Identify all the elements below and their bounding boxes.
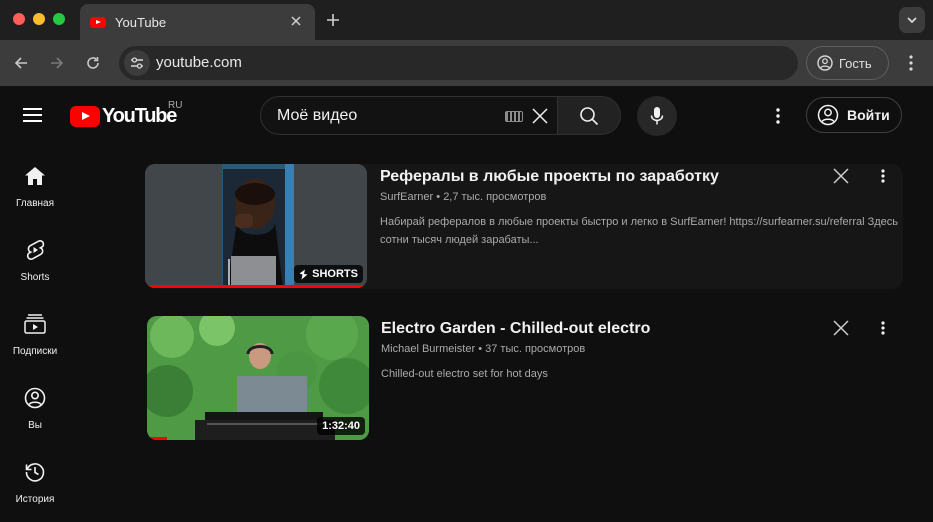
channel-name[interactable]: Michael Burmeister bbox=[381, 343, 475, 355]
tab-search-button[interactable] bbox=[899, 7, 925, 33]
person-icon bbox=[817, 55, 833, 71]
guide-item-subscriptions[interactable]: Подписки bbox=[0, 312, 70, 382]
video-title[interactable]: Electro Garden - Chilled-out electro bbox=[381, 318, 901, 340]
reload-icon bbox=[87, 57, 99, 69]
video-channel-line: SurfEarner • 2,7 тыс. просмотров bbox=[380, 189, 900, 205]
search-input[interactable]: Моё видео bbox=[260, 96, 558, 135]
badge-text: SHORTS bbox=[312, 268, 358, 280]
home-icon bbox=[23, 164, 47, 188]
watch-progress-bar bbox=[145, 285, 367, 288]
video-description: Набирай рефералов в любые проекты быстро… bbox=[380, 216, 899, 246]
logo-text: YouTube bbox=[102, 104, 177, 127]
close-window-button[interactable] bbox=[13, 13, 25, 25]
view-count: 2,7 тыс. просмотров bbox=[443, 191, 547, 203]
search-icon bbox=[580, 106, 599, 125]
guide-label: Shorts bbox=[20, 272, 50, 283]
shorts-badge: SHORTS bbox=[294, 265, 363, 283]
microphone-icon bbox=[650, 107, 664, 125]
guide-label: Подписки bbox=[12, 346, 58, 357]
history-icon bbox=[23, 460, 47, 484]
close-icon bbox=[291, 16, 301, 26]
address-bar[interactable]: youtube.com bbox=[119, 46, 798, 80]
browser-titlebar: YouTube bbox=[0, 0, 933, 40]
minimize-window-button[interactable] bbox=[33, 13, 45, 25]
tab-title: YouTube bbox=[115, 14, 167, 30]
duration-badge: 1:32:40 bbox=[317, 417, 365, 435]
guide-item-you[interactable]: Вы bbox=[0, 386, 70, 456]
settings-more-button[interactable] bbox=[768, 105, 788, 127]
guide-label: История bbox=[15, 494, 55, 505]
youtube-favicon-icon bbox=[90, 16, 106, 28]
shorts-icon bbox=[299, 269, 308, 279]
video-result[interactable]: SHORTS Рефералы в любые проекты по зараб… bbox=[145, 164, 903, 289]
channel-name[interactable]: SurfEarner bbox=[380, 191, 433, 203]
clear-search-button[interactable] bbox=[529, 105, 551, 127]
close-tab-button[interactable] bbox=[287, 12, 305, 30]
arrow-right-icon bbox=[51, 57, 64, 69]
menu-button[interactable] bbox=[23, 104, 47, 126]
plus-icon bbox=[327, 14, 339, 26]
subscriptions-icon bbox=[23, 312, 47, 336]
video-thumbnail[interactable]: 1:32:40 bbox=[147, 316, 369, 440]
dismiss-button[interactable] bbox=[829, 164, 853, 188]
youtube-play-icon bbox=[70, 105, 100, 127]
video-more-button[interactable] bbox=[873, 316, 893, 340]
site-info-button[interactable] bbox=[124, 50, 150, 76]
arrow-left-icon bbox=[14, 57, 27, 69]
maximize-window-button[interactable] bbox=[53, 13, 65, 25]
tab-youtube[interactable]: YouTube bbox=[80, 4, 315, 40]
search-query: Моё видео bbox=[277, 107, 358, 124]
video-meta: Electro Garden - Chilled-out electro Mic… bbox=[381, 318, 901, 383]
new-tab-button[interactable] bbox=[322, 9, 344, 31]
voice-search-button[interactable] bbox=[637, 96, 677, 136]
youtube-header: YouTube RU Моё видео Войти bbox=[0, 86, 933, 144]
sign-in-button[interactable]: Войти bbox=[806, 97, 902, 133]
more-vertical-icon bbox=[776, 108, 780, 124]
video-channel-line: Michael Burmeister • 37 тыс. просмотров bbox=[381, 341, 901, 357]
guide-item-home[interactable]: Главная bbox=[0, 164, 70, 234]
close-icon bbox=[833, 320, 849, 336]
view-count: 37 тыс. просмотров bbox=[485, 343, 586, 355]
chevron-down-icon bbox=[907, 17, 917, 23]
video-thumbnail[interactable]: SHORTS bbox=[145, 164, 367, 288]
back-button[interactable] bbox=[9, 51, 33, 75]
sign-in-label: Войти bbox=[847, 107, 890, 123]
keyboard-icon[interactable] bbox=[505, 111, 523, 122]
more-vertical-icon bbox=[881, 169, 885, 183]
more-vertical-icon bbox=[909, 55, 913, 71]
search-button[interactable] bbox=[557, 96, 621, 135]
close-icon bbox=[532, 108, 548, 124]
video-result[interactable]: 1:32:40 Electro Garden - Chilled-out ele… bbox=[145, 316, 903, 441]
region-code: RU bbox=[168, 100, 183, 111]
shorts-icon bbox=[23, 238, 47, 262]
video-title[interactable]: Рефералы в любые проекты по заработку bbox=[380, 166, 900, 188]
guide-label: Главная bbox=[15, 198, 55, 209]
guide-label: Вы bbox=[28, 420, 42, 431]
reload-button[interactable] bbox=[81, 51, 105, 75]
video-more-button[interactable] bbox=[873, 164, 893, 188]
more-vertical-icon bbox=[881, 321, 885, 335]
forward-button[interactable] bbox=[45, 51, 69, 75]
video-description: Chilled-out electro set for hot days bbox=[381, 368, 548, 380]
menu-icon bbox=[23, 108, 42, 110]
account-icon bbox=[817, 104, 839, 126]
guide-item-history[interactable]: История bbox=[0, 460, 70, 522]
url-text: youtube.com bbox=[156, 54, 242, 71]
you-icon bbox=[23, 386, 47, 410]
tune-icon bbox=[131, 57, 143, 69]
youtube-logo[interactable]: YouTube bbox=[70, 104, 177, 127]
profile-label: Гость bbox=[839, 55, 872, 71]
browser-menu-button[interactable] bbox=[900, 52, 922, 74]
watch-progress-bar bbox=[147, 437, 167, 440]
close-icon bbox=[833, 168, 849, 184]
browser-toolbar: youtube.com Гость bbox=[0, 40, 933, 86]
dismiss-button[interactable] bbox=[829, 316, 853, 340]
video-meta: Рефералы в любые проекты по заработку Su… bbox=[380, 166, 900, 249]
profile-button[interactable]: Гость bbox=[806, 46, 889, 80]
guide-item-shorts[interactable]: Shorts bbox=[0, 238, 70, 308]
